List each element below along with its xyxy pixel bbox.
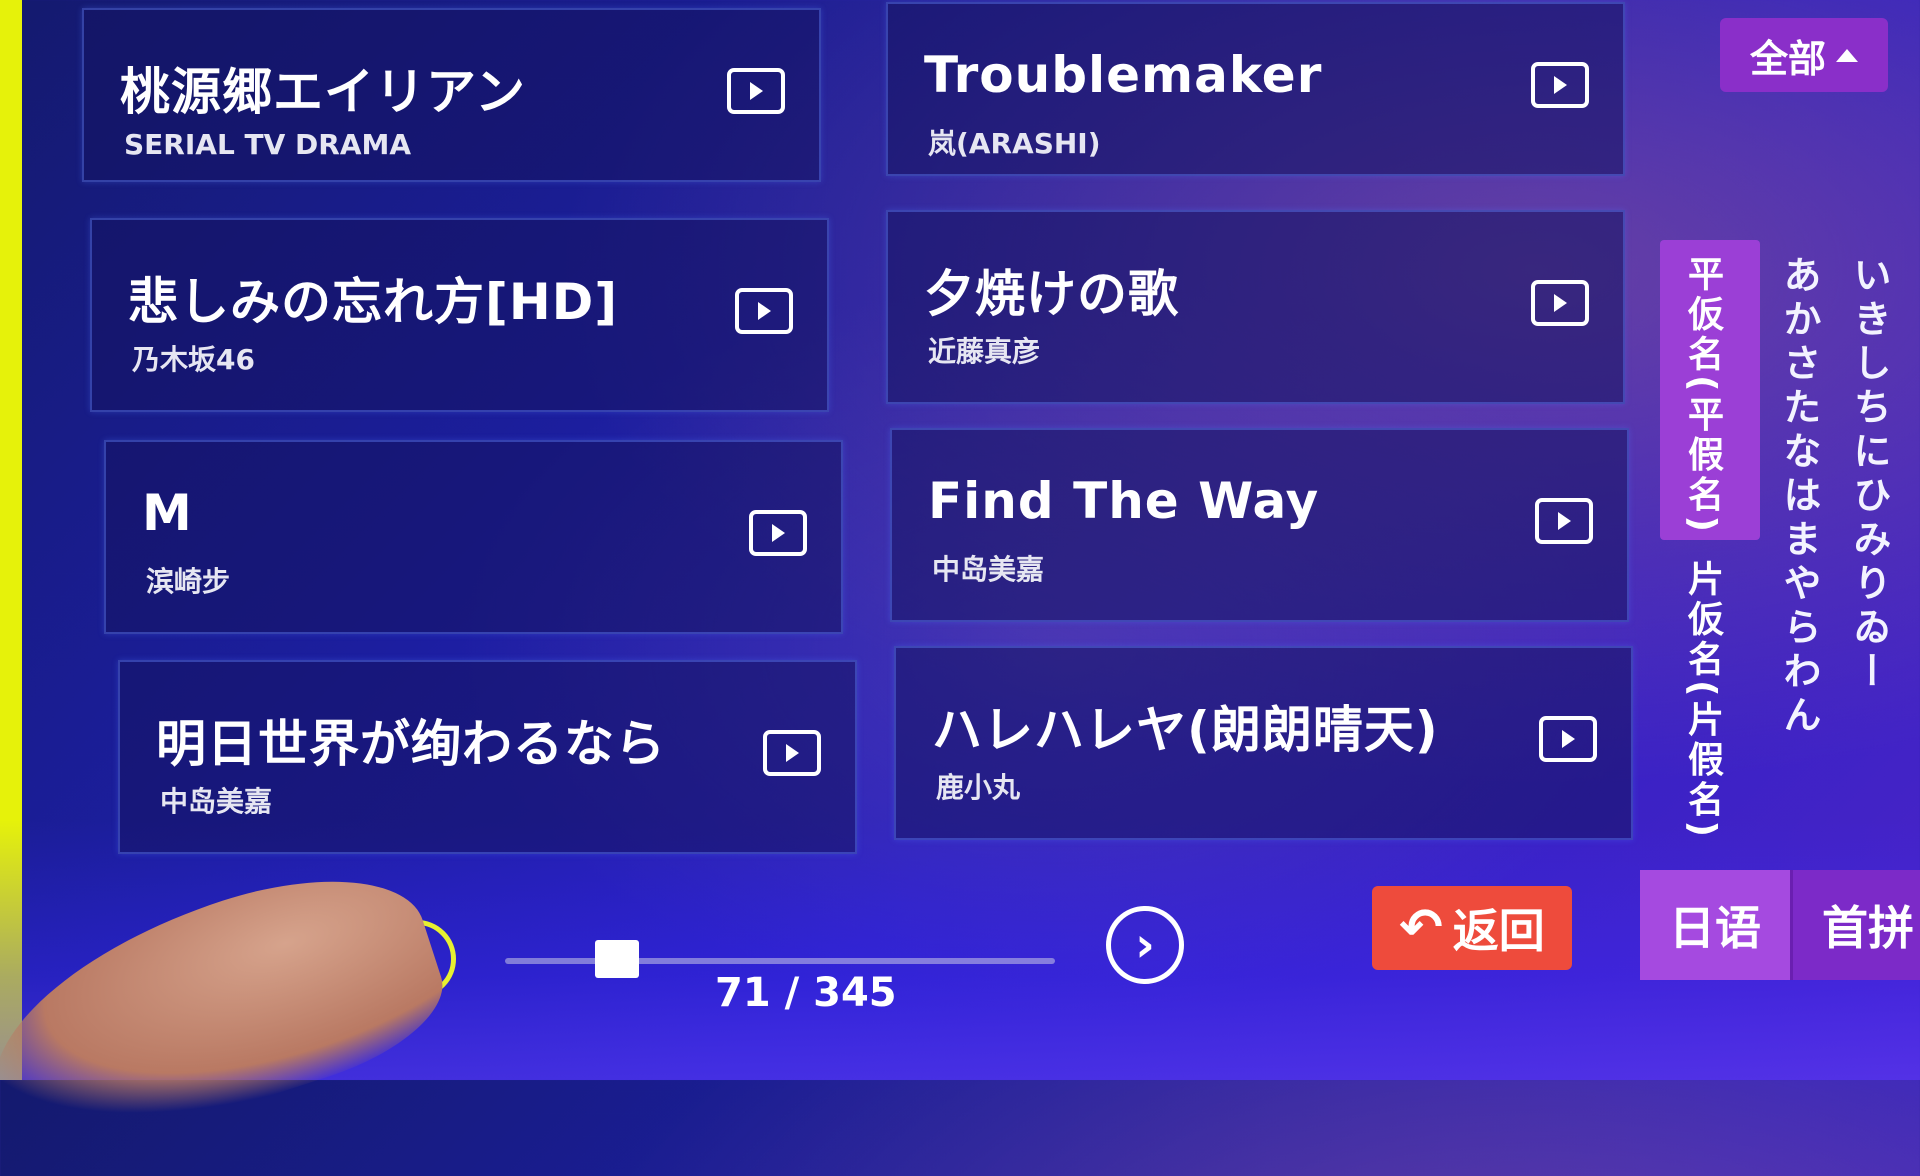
- song-artist: 中岛美嘉: [160, 785, 273, 818]
- play-icon[interactable]: [763, 730, 821, 776]
- song-artist: SERIAL TV DRAMA: [124, 128, 412, 161]
- song-title: 夕焼けの歌: [924, 265, 1179, 323]
- song-artist: 鹿小丸: [936, 771, 1021, 804]
- song-title: M: [142, 484, 193, 542]
- song-title: Find The Way: [928, 472, 1320, 530]
- all-filter-button[interactable]: 全部: [1720, 18, 1888, 92]
- hiragana-tab[interactable]: 平仮名(平假名): [1676, 255, 1728, 536]
- song-card[interactable]: 明日世界が绚わるなら 中岛美嘉: [118, 660, 857, 854]
- kana-index-column[interactable]: あかさたなはまやらわん: [1772, 255, 1827, 739]
- song-card[interactable]: Troublemaker 岚(ARASHI): [886, 2, 1625, 176]
- tab-japanese[interactable]: 日语: [1640, 870, 1793, 980]
- play-icon[interactable]: [1535, 498, 1593, 544]
- song-card[interactable]: M 滨崎步: [104, 440, 843, 634]
- song-card[interactable]: 夕焼けの歌 近藤真彦: [886, 210, 1625, 404]
- song-artist: 近藤真彦: [928, 335, 1041, 368]
- song-title: 明日世界が绚わるなら: [156, 715, 666, 773]
- next-page-button[interactable]: ›: [1106, 906, 1184, 984]
- back-button[interactable]: ↶ 返回: [1372, 886, 1572, 970]
- chevron-right-icon: ›: [1135, 917, 1155, 973]
- back-label: 返回: [1452, 904, 1545, 958]
- katakana-tab[interactable]: 片仮名(片假名): [1676, 560, 1728, 841]
- play-icon[interactable]: [1539, 716, 1597, 762]
- song-title: Troublemaker: [924, 46, 1323, 104]
- play-icon[interactable]: [727, 68, 785, 114]
- page-slider[interactable]: [505, 940, 1055, 978]
- tab-initials[interactable]: 首拼: [1793, 870, 1920, 980]
- kana-index-column[interactable]: いきしちにひみりゐー: [1842, 255, 1897, 695]
- song-title: 悲しみの忘れ方[HD]: [128, 273, 619, 331]
- song-card[interactable]: ハレハレヤ(朗朗晴天) 鹿小丸: [894, 646, 1633, 840]
- page-slider-thumb[interactable]: [594, 940, 639, 978]
- song-artist: 乃木坂46: [132, 343, 255, 376]
- page-indicator: 71 / 345: [715, 970, 897, 1016]
- caret-up-icon: [1836, 48, 1858, 62]
- language-tabs: 日语 首拼: [1640, 870, 1920, 980]
- play-icon[interactable]: [735, 288, 793, 334]
- play-icon[interactable]: [1531, 62, 1589, 108]
- play-icon[interactable]: [1531, 280, 1589, 326]
- song-artist: 中岛美嘉: [932, 553, 1045, 586]
- song-artist: 岚(ARASHI): [928, 127, 1101, 160]
- song-card[interactable]: Find The Way 中岛美嘉: [890, 428, 1629, 622]
- song-title: ハレハレヤ(朗朗晴天): [932, 701, 1439, 759]
- song-artist: 滨崎步: [146, 565, 231, 598]
- back-arrow-icon: ↶: [1399, 898, 1443, 958]
- play-icon[interactable]: [749, 510, 807, 556]
- all-filter-label: 全部: [1749, 36, 1826, 81]
- song-title: 桃源郷エイリアン: [120, 63, 526, 121]
- song-card[interactable]: 桃源郷エイリアン SERIAL TV DRAMA: [82, 8, 821, 182]
- song-card[interactable]: 悲しみの忘れ方[HD] 乃木坂46: [90, 218, 829, 412]
